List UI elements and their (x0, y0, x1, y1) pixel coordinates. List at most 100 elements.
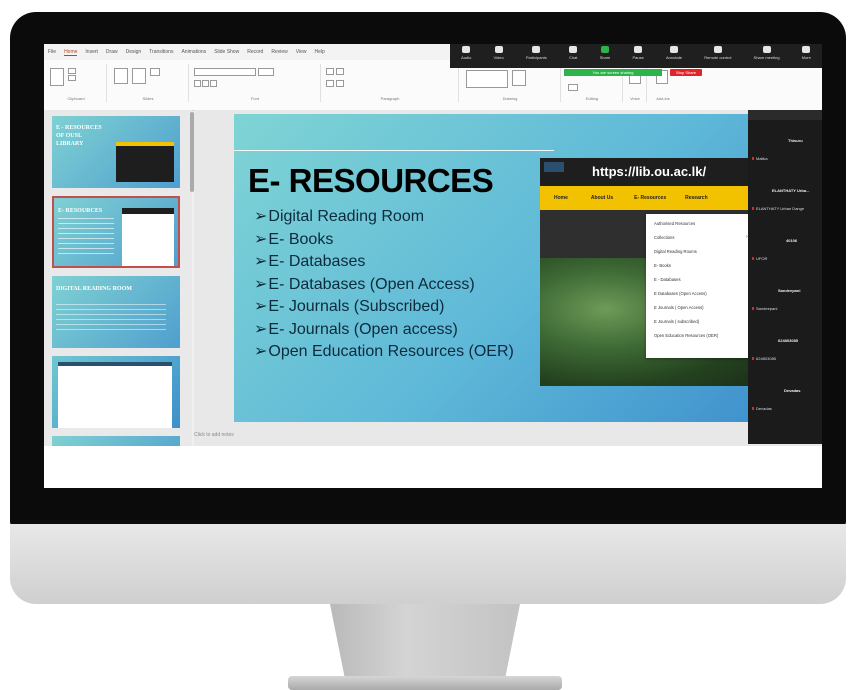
participant-label: ELANTHATY Urban Dange (752, 206, 804, 211)
zoom-more[interactable]: More (802, 46, 811, 60)
zoom-label: Annotate (666, 55, 683, 60)
website-nav-home: Home (554, 195, 568, 201)
menu-home[interactable]: Home (64, 49, 78, 56)
participant-label: UFOR (752, 256, 767, 261)
monitor-chin (10, 524, 846, 604)
bullet-item: ➢E- Books (254, 229, 514, 252)
current-slide[interactable]: E- RESOURCES ➢Digital Reading Room ➢E- B… (234, 114, 784, 422)
menu-help[interactable]: Help (314, 49, 324, 55)
thumbnail-image (116, 142, 174, 182)
zoom-label: Audio (461, 55, 472, 60)
pause-icon (634, 46, 643, 53)
font-name-input[interactable] (194, 68, 256, 76)
ribbon-group-label: Add-ins (656, 96, 670, 101)
slide-thumbnail-3[interactable]: DIGITAL READING ROOM (52, 276, 180, 348)
italic-icon[interactable] (202, 80, 209, 87)
bullet-text: Digital Reading Room (268, 208, 425, 225)
menu-transitions[interactable]: Transitions (149, 49, 173, 55)
participant-tile-name: 624803085 (778, 338, 799, 343)
dropdown-item: Collections (654, 235, 675, 240)
align-center-icon[interactable] (336, 80, 344, 87)
bullet-text: E- Databases (268, 253, 366, 270)
numbering-icon[interactable] (336, 68, 344, 75)
zoom-share-meeting[interactable]: Share meeting (754, 46, 780, 60)
thumbnail-title: E - RESOURCES OF OUSL LIBRARY (56, 125, 102, 147)
menu-view[interactable]: View (296, 49, 307, 55)
arrange-icon[interactable] (512, 70, 526, 86)
menu-animations[interactable]: Animations (181, 49, 206, 55)
thumbnail-bullets (58, 218, 114, 258)
paste-icon[interactable] (50, 68, 64, 86)
menu-record[interactable]: Record (247, 49, 263, 55)
align-left-icon[interactable] (326, 80, 334, 87)
shapes-gallery[interactable] (466, 70, 508, 88)
participants-panel-header[interactable] (748, 110, 822, 120)
underline-icon[interactable] (210, 80, 217, 87)
menu-insert[interactable]: Insert (85, 49, 98, 55)
slide-bullet-list: ➢Digital Reading Room ➢E- Books ➢E- Data… (254, 206, 514, 364)
sharing-banner: You are screen sharing (564, 69, 662, 76)
zoom-label: Remote control (704, 55, 732, 60)
find-icon[interactable] (568, 84, 578, 91)
zoom-video[interactable]: Video (494, 46, 504, 60)
arrow-bullet-icon: ➢ (254, 253, 268, 270)
menu-slide-show[interactable]: Slide Show (214, 49, 239, 55)
cut-icon[interactable] (68, 68, 76, 74)
dropdown-item: E Journals ( Open Access) (654, 305, 704, 310)
ribbon-group-label: Editing (585, 96, 599, 101)
notes-placeholder[interactable]: Click to add notes (194, 432, 234, 438)
more-icon (802, 46, 811, 53)
mic-muted-icon (752, 307, 754, 310)
thumbnail-image (58, 362, 172, 428)
copy-icon[interactable] (68, 75, 76, 81)
zoom-participants[interactable]: Participants (526, 46, 547, 60)
website-header: https://lib.ou.ac.lk/ (540, 158, 758, 186)
bold-icon[interactable] (194, 80, 201, 87)
zoom-label: Video (493, 55, 504, 60)
mic-muted-icon (752, 407, 754, 410)
zoom-label: Pause (632, 55, 644, 60)
layout-icon[interactable] (150, 68, 160, 76)
thumbnail-text (56, 304, 166, 334)
bullet-text: E- Databases (Open Access) (268, 275, 475, 293)
website-nav: Home About Us E- Resources Research (540, 186, 758, 210)
arrow-bullet-icon: ➢ (254, 298, 268, 315)
zoom-share[interactable]: Share (600, 46, 610, 60)
ribbon-group-label: Slides (142, 96, 154, 101)
stop-share-button[interactable]: Stop Share (670, 69, 702, 76)
slide-thumbnail-2[interactable]: E- RESOURCES (52, 196, 180, 268)
zoom-remote-control[interactable]: Remote control (704, 46, 731, 60)
zoom-pause[interactable]: Pause (632, 46, 644, 60)
zoom-chat[interactable]: Chat (569, 46, 577, 60)
menu-review[interactable]: Review (271, 49, 287, 55)
slide-thumbnail-1[interactable]: E - RESOURCES OF OUSL LIBRARY (52, 116, 180, 188)
website-nav-research: Research (685, 195, 708, 201)
reuse-slides-icon[interactable] (132, 68, 146, 84)
website-screenshot: https://lib.ou.ac.lk/ Home About Us E- R… (540, 158, 758, 386)
participant-tile-name: Thisuru (788, 138, 803, 143)
slide-thumbnail-4[interactable] (52, 356, 180, 428)
new-slide-icon[interactable] (114, 68, 128, 84)
chat-icon (569, 46, 578, 53)
participant-label-text: Sandeepani (756, 306, 778, 311)
menu-design[interactable]: Design (126, 49, 142, 55)
bullets-icon[interactable] (326, 68, 334, 75)
zoom-audio[interactable]: Audio (461, 46, 471, 60)
zoom-annotate[interactable]: Annotate (666, 46, 682, 60)
ribbon-group-drawing: Drawing (460, 64, 561, 102)
monitor-stand-foot (288, 676, 562, 690)
arrow-bullet-icon: ➢ (254, 275, 268, 293)
share-screen-icon (600, 46, 609, 53)
mic-muted-icon (752, 207, 754, 210)
bullet-item: ➢E- Databases (Open Access) (254, 274, 514, 297)
bullet-text: E- Books (268, 230, 334, 248)
font-size-input[interactable] (258, 68, 274, 76)
bullet-item: ➢Digital Reading Room (254, 206, 514, 229)
participants-icon (532, 46, 541, 53)
participant-label-text: 624803085 (756, 356, 777, 361)
mic-muted-icon (752, 157, 754, 160)
menu-file[interactable]: File (48, 49, 56, 55)
zoom-label: Share meeting (753, 55, 780, 60)
menu-draw[interactable]: Draw (106, 49, 118, 55)
video-camera-icon (494, 46, 503, 53)
